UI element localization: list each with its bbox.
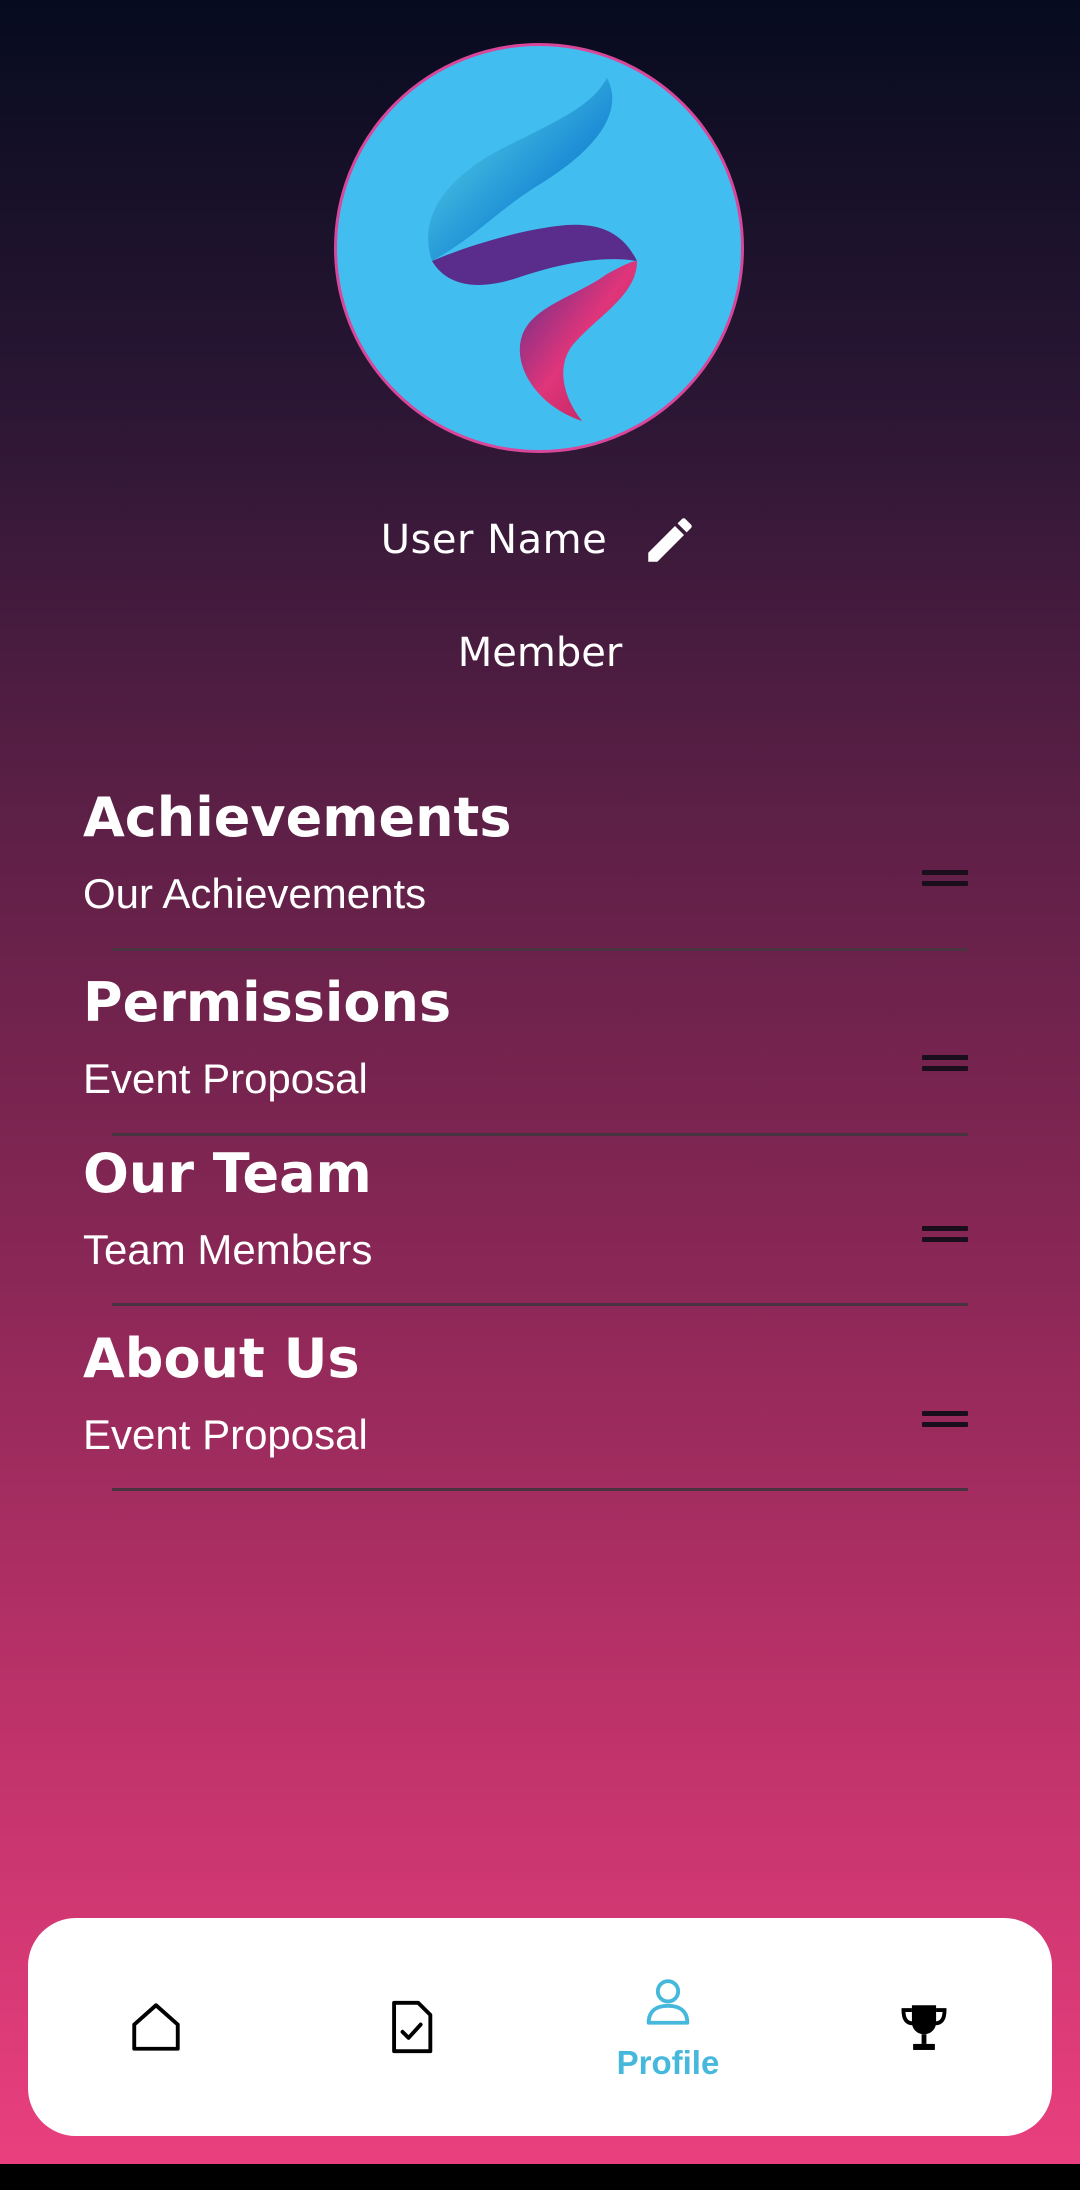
bottom-navigation: Profile	[28, 1918, 1052, 2136]
menu-icon[interactable]	[922, 1226, 968, 1246]
menu-icon[interactable]	[922, 1411, 968, 1431]
home-icon	[132, 2003, 180, 2051]
divider	[112, 1133, 968, 1136]
section-subtitle[interactable]: Event Proposal	[83, 1411, 968, 1459]
nav-profile-label: Profile	[616, 2044, 720, 2081]
section-title: Achievements	[83, 786, 512, 849]
system-navigation-bar	[0, 2164, 1080, 2190]
divider	[112, 1303, 968, 1306]
section-our-team[interactable]: Our Team Team Members	[83, 1144, 968, 1274]
section-title: About Us	[83, 1327, 360, 1390]
document-check-icon	[392, 2000, 433, 2054]
nav-profile[interactable]: Profile	[568, 1918, 768, 2136]
section-about-us[interactable]: About Us Event Proposal	[83, 1329, 968, 1459]
section-title: Our Team	[83, 1142, 372, 1205]
section-subtitle[interactable]: Event Proposal	[83, 1055, 968, 1103]
section-title: Permissions	[83, 971, 452, 1034]
nav-achievements[interactable]	[824, 1918, 1024, 2136]
person-icon	[646, 1979, 690, 2025]
trophy-icon	[901, 2005, 947, 2050]
nav-home[interactable]	[56, 1918, 256, 2136]
section-subtitle[interactable]: Our Achievements	[83, 870, 968, 918]
divider	[112, 1488, 968, 1491]
nav-tasks[interactable]	[311, 1918, 511, 2136]
user-role: Member	[457, 630, 623, 676]
pencil-edit-icon[interactable]	[641, 511, 699, 569]
menu-icon[interactable]	[922, 1055, 968, 1075]
profile-avatar[interactable]	[334, 43, 744, 453]
divider	[112, 948, 968, 951]
section-permissions[interactable]: Permissions Event Proposal	[83, 973, 968, 1103]
app-logo-icon	[428, 78, 637, 421]
user-name: User Name	[380, 517, 608, 563]
menu-icon[interactable]	[922, 870, 968, 890]
section-subtitle[interactable]: Team Members	[83, 1226, 968, 1274]
section-achievements[interactable]: Achievements Our Achievements	[83, 788, 968, 918]
